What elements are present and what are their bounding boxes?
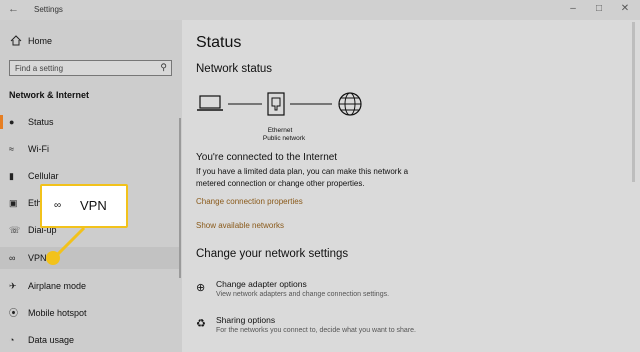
callout-label: VPN [80,198,107,213]
vpn-callout: ∞ VPN [40,184,128,228]
vpn-icon: ∞ [54,200,62,211]
callout-dot [46,251,60,265]
callout-connector [52,226,86,260]
